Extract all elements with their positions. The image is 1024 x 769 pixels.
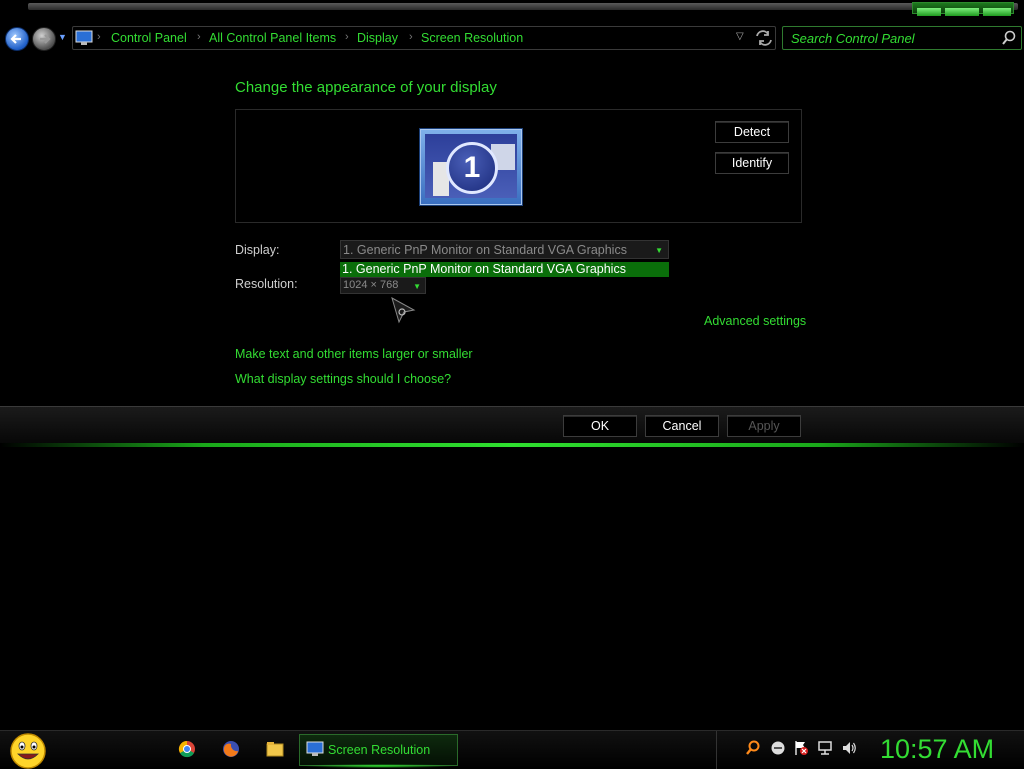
breadcrumb-separator: › [97, 31, 101, 43]
taskbar: Screen Resolution 10:57 AM [0, 730, 1024, 769]
ok-button[interactable]: OK [563, 415, 637, 437]
messenger-icon[interactable] [770, 740, 786, 756]
display-preview-panel: 1 Detect Identify [235, 109, 802, 223]
firefox-icon[interactable] [222, 740, 240, 758]
resolution-label: Resolution: [235, 277, 298, 291]
apply-button[interactable]: Apply [727, 415, 801, 437]
address-dropdown-icon[interactable]: ▽ [736, 31, 744, 42]
dialog-footer: OK Cancel Apply [0, 406, 1024, 447]
start-button-smiley-icon[interactable] [8, 731, 48, 769]
window-controls[interactable] [912, 2, 1014, 16]
close-button[interactable] [983, 8, 1011, 16]
breadcrumb-display[interactable]: Display [357, 31, 398, 45]
detect-button[interactable]: Detect [715, 121, 789, 143]
taskbar-item-label: Screen Resolution [328, 743, 431, 757]
display-dropdown-option[interactable]: 1. Generic PnP Monitor on Standard VGA G… [340, 262, 669, 291]
window-title-bar [0, 0, 1024, 24]
breadcrumb-separator: › [345, 31, 349, 43]
text-size-link[interactable]: Make text and other items larger or smal… [235, 347, 473, 361]
clock[interactable]: 10:57 AM [880, 734, 994, 765]
cancel-button[interactable]: Cancel [645, 415, 719, 437]
maximize-button[interactable] [945, 8, 979, 16]
network-icon[interactable] [817, 740, 833, 756]
title-bar-strip [28, 3, 1018, 10]
page-title: Change the appearance of your display [235, 79, 497, 96]
monitor-thumbnail[interactable]: 1 [420, 129, 522, 205]
back-arrow-icon [10, 34, 21, 44]
search-icon[interactable] [1001, 30, 1017, 46]
taskbar-item-screen-resolution[interactable]: Screen Resolution [299, 734, 458, 768]
back-button[interactable] [5, 27, 29, 51]
mouse-cursor-icon [391, 296, 416, 324]
resolution-select-value: 1024 × 768 [343, 279, 399, 291]
footer-glow [0, 443, 1024, 447]
search-icon[interactable] [745, 740, 761, 756]
folder-icon[interactable] [266, 740, 284, 758]
search-input[interactable] [789, 29, 998, 48]
display-select[interactable]: 1. Generic PnP Monitor on Standard VGA G… [340, 240, 669, 276]
identify-button[interactable]: Identify [715, 152, 789, 174]
resolution-select[interactable]: 1024 × 768 ▼ [340, 277, 426, 294]
address-bar[interactable]: › Control Panel › All Control Panel Item… [72, 26, 776, 50]
minimize-button[interactable] [917, 8, 941, 16]
forward-button[interactable] [32, 27, 56, 51]
refresh-icon[interactable] [754, 29, 774, 47]
breadcrumb-control-panel[interactable]: Control Panel [111, 31, 187, 45]
forward-arrow-icon [40, 34, 51, 44]
display-label: Display: [235, 243, 280, 257]
monitor-number-badge: 1 [446, 142, 498, 194]
history-dropdown-icon[interactable]: ▼ [58, 32, 67, 42]
search-box[interactable] [782, 26, 1022, 50]
tray-divider [716, 731, 717, 769]
control-panel-icon [75, 30, 93, 45]
breadcrumb-all-items[interactable]: All Control Panel Items [209, 31, 336, 45]
breadcrumb-separator: › [409, 31, 413, 43]
advanced-settings-link[interactable]: Advanced settings [704, 314, 806, 328]
breadcrumb-separator: › [197, 31, 201, 43]
control-panel-icon [306, 741, 324, 756]
display-help-link[interactable]: What display settings should I choose? [235, 372, 451, 386]
taskbar-item-glow [300, 764, 457, 768]
chrome-icon[interactable] [178, 740, 196, 758]
action-center-flag-icon[interactable] [793, 740, 809, 756]
chevron-down-icon: ▼ [413, 282, 421, 291]
chevron-down-icon: ▼ [655, 246, 663, 255]
breadcrumb-screen-resolution[interactable]: Screen Resolution [421, 31, 523, 45]
volume-icon[interactable] [841, 740, 857, 756]
